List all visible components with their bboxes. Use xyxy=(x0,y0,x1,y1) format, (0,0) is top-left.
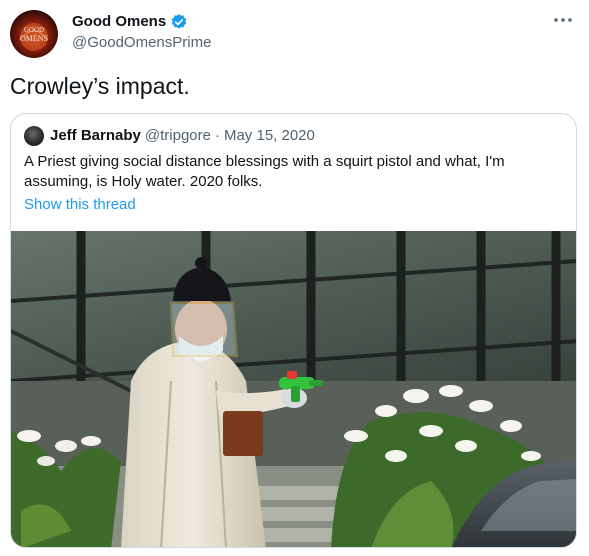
quoted-tweet-photo[interactable] xyxy=(11,231,577,548)
quoted-author-avatar[interactable] xyxy=(24,126,44,146)
author-display-name[interactable]: Good Omens xyxy=(72,12,166,32)
tweet-text: Crowley’s impact. xyxy=(10,73,190,99)
avatar-logo-line-2: OMENS xyxy=(20,34,48,43)
quoted-author-name[interactable]: Jeff Barnaby xyxy=(50,126,141,146)
header-separator: · xyxy=(214,127,220,144)
author-avatar[interactable]: GOOD OMENS xyxy=(10,10,58,58)
quoted-tweet-date[interactable]: May 15, 2020 xyxy=(224,126,315,146)
more-horizontal-icon xyxy=(554,18,572,22)
quoted-tweet-card[interactable]: Jeff Barnaby @tripgore · May 15, 2020 A … xyxy=(10,113,577,548)
tweet: GOOD OMENS Good Omens @GoodOmensPrime Cr… xyxy=(0,0,589,556)
author-name-row[interactable]: Good Omens xyxy=(72,12,188,32)
author-handle[interactable]: @GoodOmensPrime xyxy=(72,33,211,53)
good-omens-logo-icon: GOOD OMENS xyxy=(19,23,49,51)
quoted-tweet-header: Jeff Barnaby @tripgore · May 15, 2020 xyxy=(24,126,315,146)
verified-badge-icon xyxy=(171,14,187,29)
more-options-button[interactable] xyxy=(551,10,575,30)
quoted-tweet-text: A Priest giving social distance blessing… xyxy=(24,153,505,190)
quoted-author-handle[interactable]: @tripgore xyxy=(145,126,211,146)
show-thread-link[interactable]: Show this thread xyxy=(24,195,136,215)
avatar-logo-line-1: GOOD xyxy=(24,26,44,34)
